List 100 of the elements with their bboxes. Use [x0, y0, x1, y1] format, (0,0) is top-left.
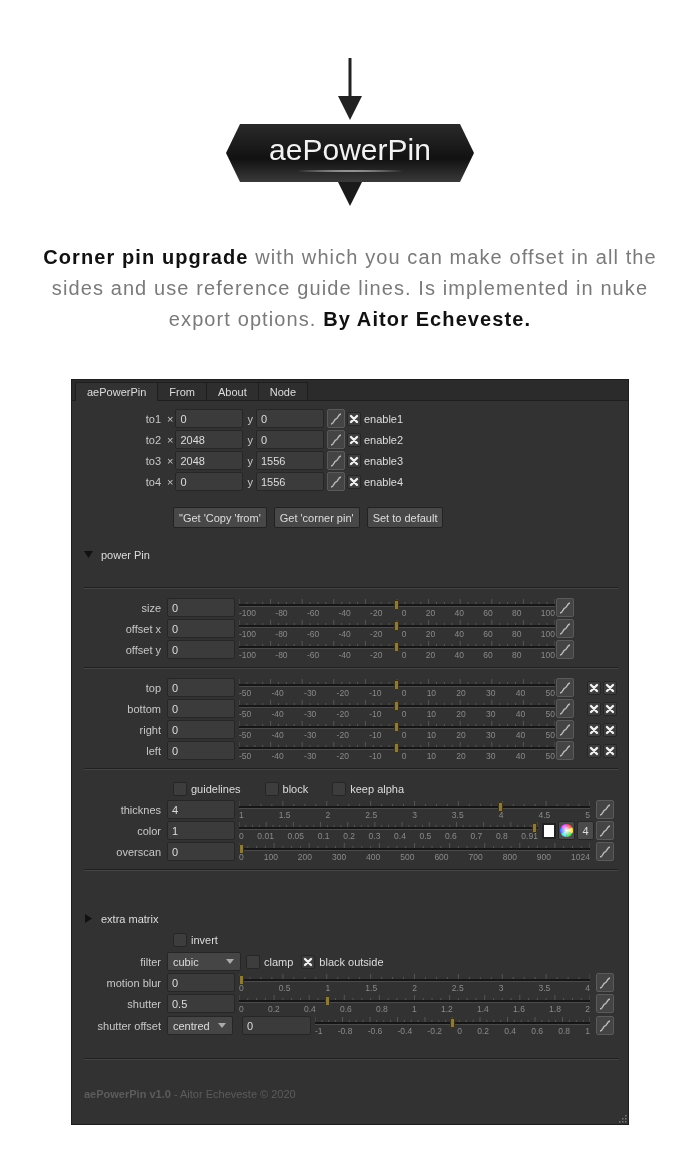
slider[interactable]: 0 0.2 0.4 0.6 0.8 1 1.2 1.4 1.6 1.8 2 [239, 993, 590, 1014]
checkbox[interactable] [346, 411, 361, 426]
tab[interactable]: aePowerPin [75, 382, 159, 401]
checkbox[interactable] [587, 680, 601, 695]
input-field[interactable]: 0 [167, 842, 235, 861]
curve-button[interactable] [556, 678, 574, 697]
slider-handle[interactable] [532, 823, 537, 833]
checkbox[interactable] [587, 743, 601, 758]
curve-button[interactable] [596, 800, 614, 819]
slider-handle[interactable] [394, 621, 399, 631]
tab[interactable]: Node [257, 382, 309, 400]
checkbox-label: invert [191, 933, 218, 946]
dropdown[interactable]: centred [167, 1016, 233, 1035]
input-field[interactable]: 1556 [255, 451, 324, 470]
curve-button[interactable] [326, 472, 345, 491]
action-button[interactable]: Get 'corner pin' [273, 507, 360, 528]
slider[interactable]: 0 0.01 0.05 0.1 0.2 0.3 0.4 0.5 0.6 0.7 0.8 0.91 [239, 820, 538, 841]
tick-label: 30 [486, 688, 496, 698]
curve-button[interactable] [596, 1016, 614, 1035]
input-field[interactable]: 0 [167, 973, 235, 992]
input-field[interactable]: 0 [255, 430, 324, 449]
resize-grip-icon[interactable] [619, 1115, 627, 1123]
slider-handle[interactable] [394, 680, 399, 690]
tick-label: -30 [304, 688, 317, 698]
input-field[interactable]: 0 [167, 741, 235, 760]
checkbox[interactable] [603, 722, 617, 737]
checkbox[interactable] [587, 701, 601, 716]
input-field[interactable]: 0 [255, 409, 324, 428]
slider[interactable]: -1 -0.8 -0.6 -0.4 -0.2 0 0.2 0.4 0.6 0.8 1 [315, 1015, 590, 1036]
slider[interactable]: -100 -80 -60 -40 -20 0 20 40 60 80 100 [239, 618, 555, 639]
checkbox[interactable] [346, 453, 361, 468]
checkbox[interactable] [603, 680, 617, 695]
tick-label: 20 [456, 751, 466, 761]
curve-button[interactable] [556, 741, 574, 760]
tick-label: 80 [512, 608, 522, 618]
slider-handle[interactable] [449, 1018, 455, 1028]
tick-label: 600 [434, 852, 449, 862]
slider-handle[interactable] [394, 743, 399, 753]
action-button[interactable]: "Get 'Copy 'from' [173, 507, 267, 528]
slider[interactable]: -100 -80 -60 -40 -20 0 20 40 60 80 100 [239, 597, 555, 618]
checkbox[interactable] [346, 432, 361, 447]
slider-handle[interactable] [394, 642, 399, 652]
curve-button[interactable] [326, 409, 345, 428]
slider[interactable]: 0 0.5 1 1.5 2 2.5 3 3.5 4 [239, 972, 590, 993]
curve-button[interactable] [556, 598, 574, 617]
slider[interactable]: -50 -40 -30 -20 -10 0 10 20 30 40 50 [239, 719, 555, 740]
input-field[interactable]: 0 [167, 619, 235, 638]
slider-handle[interactable] [497, 802, 503, 812]
color-swatch[interactable] [542, 822, 556, 839]
tick-label: 3 [412, 810, 417, 820]
checkbox[interactable] [603, 743, 617, 758]
axis-label: × [167, 454, 174, 467]
input-field[interactable]: 0 [242, 1016, 311, 1035]
input-field[interactable]: 2048 [175, 451, 244, 470]
input-field[interactable]: 0 [175, 409, 244, 428]
curve-button[interactable] [596, 973, 614, 992]
input-field[interactable]: 2048 [175, 430, 244, 449]
slider-handle[interactable] [394, 722, 399, 732]
input-field[interactable]: 0 [175, 472, 244, 491]
tick-label: -20 [336, 709, 349, 719]
slider-handle[interactable] [239, 844, 244, 854]
color-wheel-button[interactable] [558, 821, 575, 840]
input-field[interactable]: 0 [167, 720, 235, 739]
checkbox[interactable] [346, 474, 361, 489]
action-button[interactable]: Set to default [366, 507, 444, 528]
slider[interactable]: -100 -80 -60 -40 -20 0 20 40 60 80 100 [239, 639, 555, 660]
input-field[interactable]: 0 [167, 598, 235, 617]
input-field[interactable]: 0 [167, 678, 235, 697]
input-field[interactable]: 0 [167, 640, 235, 659]
curve-button[interactable] [556, 699, 574, 718]
curve-button[interactable] [596, 842, 614, 861]
checkbox[interactable] [603, 701, 617, 716]
logo-badge: aePowerPin [226, 124, 474, 182]
checkbox[interactable] [301, 954, 316, 969]
input-field[interactable]: 1556 [255, 472, 324, 491]
slider[interactable]: 0 100 200 300 400 500 600 700 800 900 1024 [239, 841, 590, 862]
slider-handle[interactable] [394, 701, 399, 711]
curve-button[interactable] [326, 430, 345, 449]
slider[interactable]: -50 -40 -30 -20 -10 0 10 20 30 40 50 [239, 740, 555, 761]
slider[interactable]: -50 -40 -30 -20 -10 0 10 20 30 40 50 [239, 677, 555, 698]
slider[interactable]: -50 -40 -30 -20 -10 0 10 20 30 40 50 [239, 698, 555, 719]
slider-handle[interactable] [239, 975, 244, 985]
input-field[interactable]: 0.5 [167, 994, 235, 1013]
curve-button[interactable] [556, 720, 574, 739]
checkbox-label: enable2 [363, 433, 404, 446]
curve-button[interactable] [596, 821, 614, 840]
dropdown[interactable]: cubic [167, 952, 241, 971]
slider-handle[interactable] [325, 996, 331, 1006]
channels-button[interactable]: 4 [577, 821, 594, 840]
curve-button[interactable] [326, 451, 345, 470]
input-field[interactable]: 1 [167, 821, 235, 840]
input-field[interactable]: 4 [167, 800, 235, 819]
input-field[interactable]: 0 [167, 699, 235, 718]
curve-button[interactable] [596, 994, 614, 1013]
checkbox[interactable] [587, 722, 601, 737]
curve-button[interactable] [556, 619, 574, 638]
curve-button[interactable] [556, 640, 574, 659]
tick-label: 0.2 [477, 1026, 489, 1036]
slider[interactable]: 1 1.5 2 2.5 3 3.5 4 4.5 5 [239, 799, 590, 820]
slider-handle[interactable] [394, 600, 399, 610]
